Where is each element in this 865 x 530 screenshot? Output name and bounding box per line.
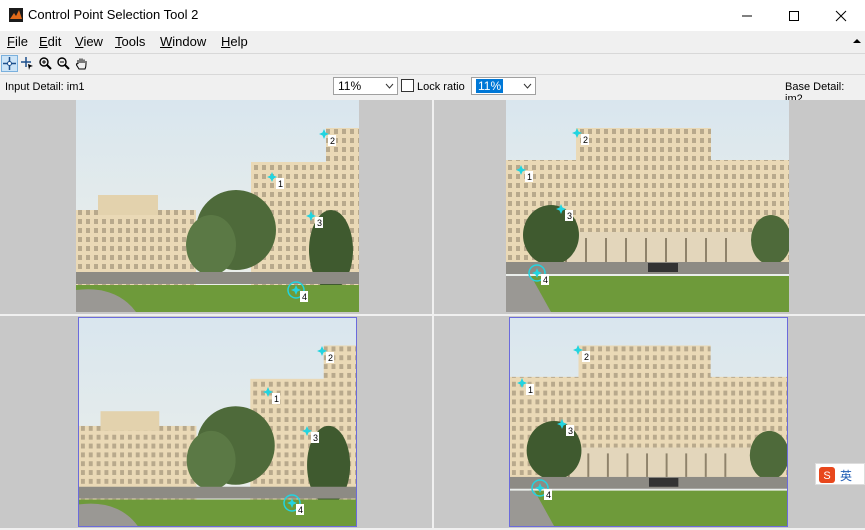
photo-base-detail (506, 100, 789, 313)
base-overview-panel[interactable] (434, 316, 865, 528)
toolbar-collapse-icon[interactable] (853, 38, 861, 44)
chevron-down-icon (523, 83, 532, 89)
svg-text:S: S (823, 470, 830, 482)
maximize-button[interactable] (771, 0, 817, 31)
pan-button[interactable] (73, 55, 90, 72)
input-zoom-select[interactable]: 11% (333, 77, 398, 95)
close-icon (835, 10, 847, 21)
minimize-button[interactable] (724, 0, 770, 31)
menu-tools[interactable]: Tools (115, 34, 145, 49)
ime-language-label: 英 (840, 469, 853, 483)
point-select-icon (21, 57, 33, 70)
photo-input-detail (76, 100, 359, 312)
hand-icon (75, 58, 87, 70)
zoom-out-button[interactable] (55, 55, 72, 72)
menu-help[interactable]: Help (221, 34, 248, 49)
sogou-icon: S (819, 467, 835, 483)
menu-file[interactable]: File (7, 34, 28, 49)
base-zoom-select[interactable]: 11% (471, 77, 536, 95)
input-overview-image[interactable] (78, 317, 357, 527)
window-title: Control Point Selection Tool 2 (28, 7, 199, 22)
ime-indicator[interactable]: S 英 (815, 463, 865, 485)
zoom-in-button[interactable] (37, 55, 54, 72)
base-detail-image[interactable] (506, 100, 789, 314)
crosshair-icon (3, 57, 16, 70)
input-overview-panel[interactable] (0, 316, 432, 528)
input-detail-panel[interactable]: 1 2 3 4 (0, 100, 432, 314)
toolbar (0, 53, 865, 75)
title-bar: Control Point Selection Tool 2 (0, 0, 865, 31)
minimize-icon (742, 15, 752, 16)
base-detail-panel[interactable] (434, 100, 865, 314)
photo-base-overview (510, 318, 787, 526)
menu-edit[interactable]: Edit (39, 34, 61, 49)
input-detail-label: Input Detail: im1 (5, 81, 85, 93)
select-point-tool-button[interactable] (19, 55, 36, 72)
base-overview-image[interactable] (509, 317, 788, 527)
close-button[interactable] (818, 0, 864, 31)
matlab-icon (9, 8, 23, 22)
menu-window[interactable]: Window (160, 34, 206, 49)
menu-view[interactable]: View (75, 34, 103, 49)
base-zoom-value: 11% (476, 79, 504, 93)
lock-ratio-label: Lock ratio (417, 81, 465, 93)
photo-input-overview (79, 318, 356, 526)
chevron-down-icon (385, 83, 394, 89)
zoom-in-icon (39, 57, 52, 70)
add-point-tool-button[interactable] (1, 55, 18, 72)
lock-ratio-checkbox[interactable] (401, 79, 414, 92)
menu-bar: File Edit View Tools Window Help (0, 31, 865, 52)
maximize-icon (789, 10, 799, 21)
zoom-out-icon (57, 57, 70, 70)
detail-bar: Input Detail: im1 11% Lock ratio 11% Bas… (0, 75, 865, 105)
input-zoom-value: 11% (338, 79, 362, 93)
input-detail-image[interactable] (76, 100, 359, 314)
